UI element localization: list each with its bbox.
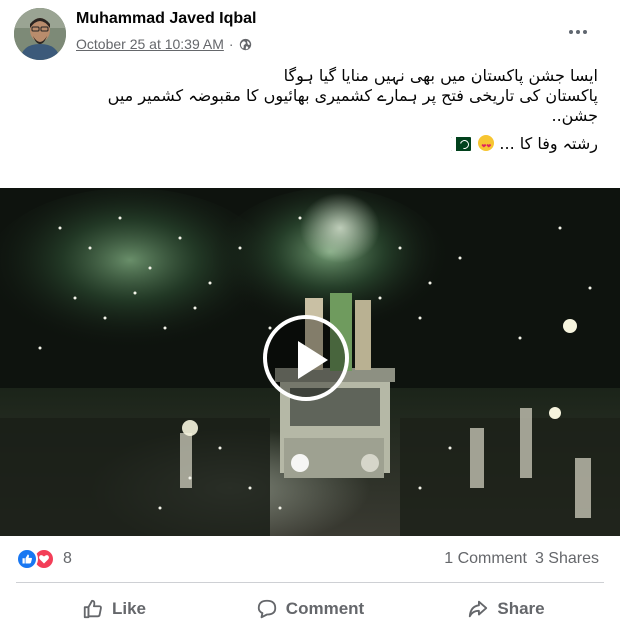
divider [16,582,604,583]
facebook-post: Muhammad Javed Iqbal October 25 at 10:39… [0,0,620,634]
like-reaction-icon [16,548,38,570]
post-timestamp[interactable]: October 25 at 10:39 AM [76,36,224,52]
reaction-count: 8 [63,550,72,567]
like-button[interactable]: Like [16,587,212,631]
thumbs-up-icon [82,598,104,620]
post-action-bar: Like Comment Share [16,587,604,631]
globe-icon[interactable] [239,38,252,51]
comment-icon [256,598,278,620]
post-text-last-line: رشتہ وفا کا ... [28,134,598,157]
meta-separator: · [228,36,234,52]
comment-count-link[interactable]: 1 Comment [444,550,527,568]
reactions-summary[interactable]: 8 [16,548,72,570]
more-options-icon[interactable] [564,22,592,42]
post-text: ایسا جشن پاکستان میں بھی نہیں منایا گیا … [28,66,598,157]
share-icon [467,598,489,620]
share-label: Share [497,599,545,618]
like-label: Like [111,599,147,618]
comment-button[interactable]: Comment [212,587,408,631]
post-stats: 8 1 Comment 3 Shares [0,536,620,582]
post-header: Muhammad Javed Iqbal October 25 at 10:39… [0,0,620,62]
author-avatar[interactable] [14,8,66,60]
post-meta: October 25 at 10:39 AM · [76,36,252,52]
author-name[interactable]: Muhammad Javed Iqbal [76,10,257,28]
post-text-line: ایسا جشن پاکستان میں بھی نہیں منایا گیا … [283,66,598,85]
post-text-line: جشن.. [551,106,598,125]
play-icon[interactable] [263,315,349,401]
comment-label: Comment [285,599,365,618]
post-text-line: پاکستان کی تاریخی فتح پر ہمارے کشمیری بھ… [107,86,598,105]
post-text-line: رشتہ وفا کا ... [499,134,598,153]
heart-eyes-emoji [478,135,495,157]
pakistan-flag-icon [451,137,472,151]
share-count-link[interactable]: 3 Shares [535,550,599,568]
share-button[interactable]: Share [408,587,604,631]
engagement-counts: 1 Comment 3 Shares [444,550,599,568]
